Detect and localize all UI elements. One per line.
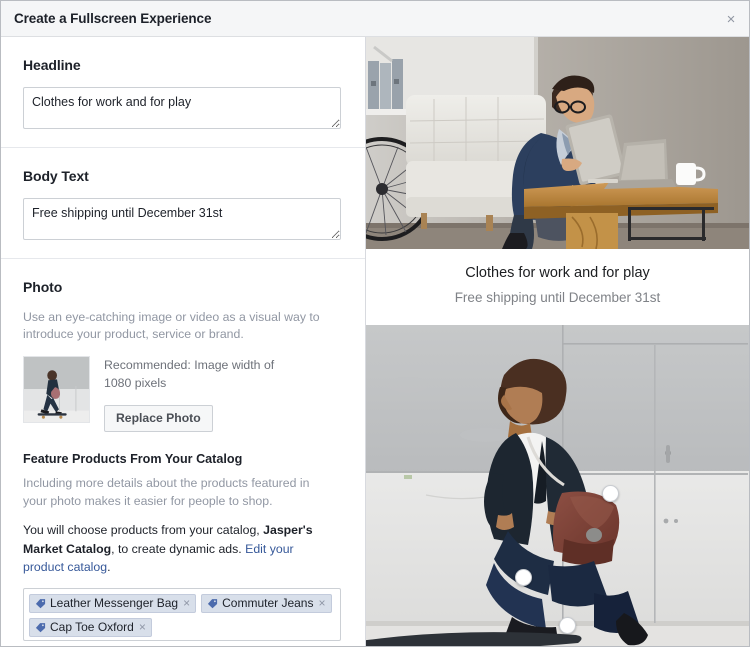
remove-tag-icon[interactable]: × — [318, 597, 325, 609]
product-tag-point-cap-toe-oxford[interactable] — [559, 616, 576, 634]
preview-headline: Clothes for work and for play — [465, 265, 650, 281]
form-panel: Headline Body Text Photo Use an eye-catc… — [1, 37, 366, 646]
catalog-helper-text: Including more details about the product… — [23, 475, 310, 508]
preview-skateboard-image — [366, 324, 749, 646]
tag-icon — [35, 622, 46, 633]
dialog-title: Create a Fullscreen Experience — [14, 11, 212, 26]
product-tags-box[interactable]: Leather Messenger Bag × Commuter Jeans × — [23, 587, 341, 641]
dialog-header: Create a Fullscreen Experience × — [1, 1, 749, 37]
product-tag-leather-messenger-bag[interactable]: Leather Messenger Bag × — [29, 593, 197, 613]
replace-photo-button[interactable]: Replace Photo — [104, 404, 213, 432]
section-photo: Photo Use an eye-catching image or video… — [1, 259, 365, 646]
body-text-label: Body Text — [23, 168, 89, 184]
product-tag-label: Cap Toe Oxford — [50, 620, 134, 635]
headline-label: Headline — [23, 57, 81, 73]
photo-recommendation: Recommended: Image width of 1080 pixels — [104, 357, 275, 390]
section-headline: Headline — [1, 37, 365, 148]
remove-tag-icon[interactable]: × — [183, 597, 190, 609]
photo-row: Recommended: Image width of 1080 pixels … — [23, 355, 343, 432]
product-tag-label: Commuter Jeans — [222, 596, 314, 611]
catalog-sentence-part2: , to create dynamic ads. — [111, 541, 246, 556]
catalog-title: Feature Products From Your Catalog — [23, 451, 243, 466]
catalog-sentence: You will choose products from your catal… — [23, 521, 335, 576]
body-text-input[interactable] — [23, 198, 341, 240]
catalog-sentence-part1: You will choose products from your catal… — [23, 523, 264, 538]
preview-body-text: Free shipping until December 31st — [454, 290, 661, 306]
photo-meta: Recommended: Image width of 1080 pixels … — [104, 356, 279, 432]
photo-thumbnail[interactable] — [23, 355, 90, 423]
product-tag-commuter-jeans[interactable]: Commuter Jeans × — [201, 593, 332, 613]
remove-tag-icon[interactable]: × — [139, 621, 146, 633]
photo-helper-text: Use an eye-catching image or video as a … — [23, 310, 320, 342]
product-tag-cap-toe-oxford[interactable]: Cap Toe Oxford × — [29, 617, 152, 637]
dialog-body: Headline Body Text Photo Use an eye-catc… — [1, 37, 749, 646]
preview-panel: Clothes for work and for play Free shipp… — [366, 37, 749, 646]
preview-caption: Clothes for work and for play Free shipp… — [366, 249, 749, 325]
close-icon[interactable]: × — [722, 10, 740, 28]
preview-hero-image — [366, 37, 749, 249]
product-tag-point-commuter-jeans[interactable] — [515, 568, 532, 586]
preview-photo-stage — [366, 324, 749, 646]
photo-label: Photo — [23, 279, 63, 295]
tag-icon — [35, 598, 46, 609]
product-tag-label: Leather Messenger Bag — [50, 596, 179, 611]
product-tag-point-leather-messenger-bag[interactable] — [602, 484, 619, 502]
fullscreen-experience-dialog: Create a Fullscreen Experience × Headlin… — [0, 0, 750, 647]
headline-input[interactable] — [23, 87, 341, 129]
tag-icon — [208, 598, 218, 609]
catalog-sentence-end: . — [107, 560, 111, 575]
section-body-text: Body Text — [1, 148, 365, 259]
